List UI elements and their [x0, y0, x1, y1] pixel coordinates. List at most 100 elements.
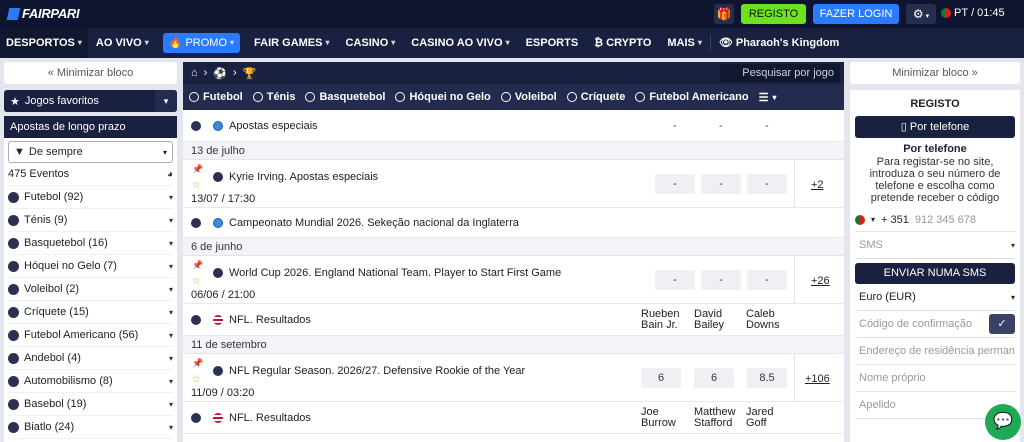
odd-button[interactable]: - [701, 270, 741, 290]
sport-item[interactable]: Voleibol (2) ▾ [8, 278, 173, 301]
login-button[interactable]: FAZER LOGIN [813, 4, 899, 24]
event-row[interactable]: Campeonato Mundial 2026. Sekeção naciona… [183, 208, 844, 238]
sport-item[interactable]: Basquetebol (16) ▾ [8, 232, 173, 255]
ball-icon[interactable]: ⚽ [213, 67, 227, 80]
send-sms-button[interactable]: ENVIAR NUMA SMS [855, 263, 1015, 284]
check-icon[interactable]: ✓ [989, 314, 1015, 334]
odd-button[interactable]: - [701, 174, 741, 194]
usa-flag-icon [213, 413, 223, 423]
tab-volleyball[interactable]: Voleibol [500, 91, 557, 103]
odd-button[interactable]: - [655, 270, 695, 290]
chevron-down-icon: ▾ [1010, 292, 1015, 302]
home-icon[interactable]: ⌂ [191, 67, 198, 79]
nav-promo[interactable]: 🔥 PROMO ▾ [162, 33, 241, 53]
tab-hockey[interactable]: Hóquei no Gelo [395, 91, 491, 103]
hockey-icon [8, 260, 19, 272]
register-button[interactable]: REGISTO [741, 4, 806, 24]
event-row[interactable]: Apostas especiais - - - [183, 110, 844, 142]
logo-icon [6, 7, 21, 20]
odd-button[interactable]: - [655, 174, 695, 194]
sport-item[interactable]: Basebol (19) ▾ [8, 393, 173, 416]
sport-item[interactable]: Automobilismo (8) ▾ [8, 370, 173, 393]
american-football-icon [191, 413, 201, 423]
event-row[interactable]: 📌 ☆ Kyrie Irving. Apostas especiais 13/0… [183, 160, 844, 208]
more-markets-link[interactable]: +106 [805, 373, 830, 385]
tab-cricket[interactable]: Críquete [566, 91, 625, 103]
tennis-icon [8, 214, 19, 226]
settings-gear-icon[interactable]: ⚙ ▾ [906, 4, 936, 24]
sport-item[interactable]: Críquete (15) ▾ [8, 301, 173, 324]
eye-icon: 👁 [718, 37, 733, 49]
tab-football[interactable]: Futebol [189, 91, 243, 103]
column-header: David Bailey [694, 308, 724, 331]
hockey-icon [395, 92, 406, 102]
chevron-down-icon: ▾ [168, 284, 173, 294]
star-icon[interactable]: ☆ [192, 374, 201, 385]
nav-sports[interactable]: DESPORTOS ▾ [0, 28, 88, 58]
chevron-down-icon: ▾ [230, 38, 235, 47]
chat-icon[interactable]: 💬 [985, 404, 1021, 440]
pin-icon[interactable]: 📌 [192, 358, 203, 369]
favorites-bar[interactable]: ★ Jogos favoritos ▾ [4, 90, 177, 112]
currency-select[interactable]: Euro (EUR) ▾ [855, 284, 1015, 311]
minimize-left-block[interactable]: « Minimizar bloco [4, 62, 177, 84]
chevron-down-icon: ▾ [168, 353, 173, 363]
nav-crypto[interactable]: ₿ CRYPTO [586, 28, 659, 58]
period-select[interactable]: ▼ De sempre ▾ [8, 141, 173, 163]
sport-item[interactable]: Hóquei no Gelo (7) ▾ [8, 255, 173, 278]
nav-live-casino[interactable]: CASINO AO VIVO ▾ [403, 28, 517, 58]
event-row[interactable]: NFL. Resultados Joe Burrow Matthew Staff… [183, 402, 844, 434]
phone-input-row[interactable]: ▾ + 351 912 345 678 [855, 208, 1015, 232]
event-row[interactable]: 📌 ☆ NFL Regular Season. 2026/27. Defensi… [183, 354, 844, 402]
nav-esports[interactable]: ESPORTS [518, 28, 587, 58]
tab-american-football[interactable]: Futebol Americano [635, 91, 749, 103]
trophy-icon[interactable]: 🏆 [243, 67, 257, 80]
nav-live[interactable]: AO VIVO ▾ [88, 28, 157, 58]
tab-tennis[interactable]: Ténis [252, 91, 295, 103]
sport-item[interactable]: Futebol (92) ▾ [8, 186, 173, 209]
nav-pharaohs-kingdom[interactable]: 👁 Pharaoh's Kingdom [711, 28, 847, 58]
pin-icon[interactable]: 📌 [192, 164, 203, 175]
tennis-icon [252, 92, 263, 102]
date-header: 13 de julho [183, 142, 844, 160]
more-markets-link[interactable]: +26 [811, 275, 830, 287]
odd-button[interactable]: 6 [641, 368, 681, 388]
chevron-down-icon: ▾ [168, 376, 173, 386]
star-icon[interactable]: ☆ [192, 276, 201, 287]
odd-button[interactable]: 6 [694, 368, 734, 388]
search-input[interactable]: Pesquisar por jogo [720, 64, 840, 82]
site-logo[interactable]: FAIRPARI [6, 6, 80, 21]
nav-fair-games[interactable]: FAIR GAMES ▾ [246, 28, 337, 58]
sport-item[interactable]: Ténis (9) ▾ [8, 209, 173, 232]
odd-button[interactable]: - [747, 174, 787, 194]
chevron-down-icon: ▾ [162, 147, 167, 157]
clock-time: 01:45 [977, 7, 1005, 19]
delivery-method-select[interactable]: SMS ▾ [855, 232, 1015, 259]
event-row[interactable]: 📌 ☆ World Cup 2026. England National Tea… [183, 256, 844, 304]
more-markets-link[interactable]: +2 [811, 179, 824, 191]
odd-button[interactable]: 8.5 [747, 368, 787, 388]
pin-icon[interactable]: 📌 [192, 260, 203, 271]
basketball-icon [8, 237, 19, 249]
sport-item[interactable]: Biatlo (24) ▾ [8, 416, 173, 439]
american-football-icon [213, 366, 223, 376]
odd-button[interactable]: - [747, 270, 787, 290]
tab-basketball[interactable]: Basquetebol [305, 91, 385, 103]
column-header: Jared Goff [746, 406, 774, 429]
confirmation-code-input[interactable]: Código de confirmação ✓ [855, 311, 1015, 338]
event-row[interactable]: NFL. Resultados Rueben Bain Jr. David Ba… [183, 304, 844, 336]
bitcoin-icon: ₿ [594, 37, 604, 49]
sport-item[interactable]: Andebol (4) ▾ [8, 347, 173, 370]
chevron-down-icon[interactable]: ▾ [155, 90, 177, 112]
nav-more[interactable]: MAIS ▾ [659, 28, 710, 58]
star-icon[interactable]: ☆ [192, 180, 201, 191]
by-phone-tab[interactable]: ▯ Por telefone [855, 116, 1015, 138]
gift-icon[interactable]: 🎁 [714, 4, 734, 24]
language-selector[interactable]: PT/01:45 [941, 7, 1005, 19]
menu-more-icon[interactable]: ☰ ▾ [759, 91, 777, 104]
first-name-input[interactable]: Nome próprio [855, 365, 1015, 392]
nav-casino[interactable]: CASINO ▾ [338, 28, 404, 58]
address-input[interactable]: Endereço de residência permanente [855, 338, 1015, 365]
minimize-right-block[interactable]: Minimizar bloco » [850, 62, 1020, 84]
sport-item[interactable]: Futebol Americano (56) ▾ [8, 324, 173, 347]
